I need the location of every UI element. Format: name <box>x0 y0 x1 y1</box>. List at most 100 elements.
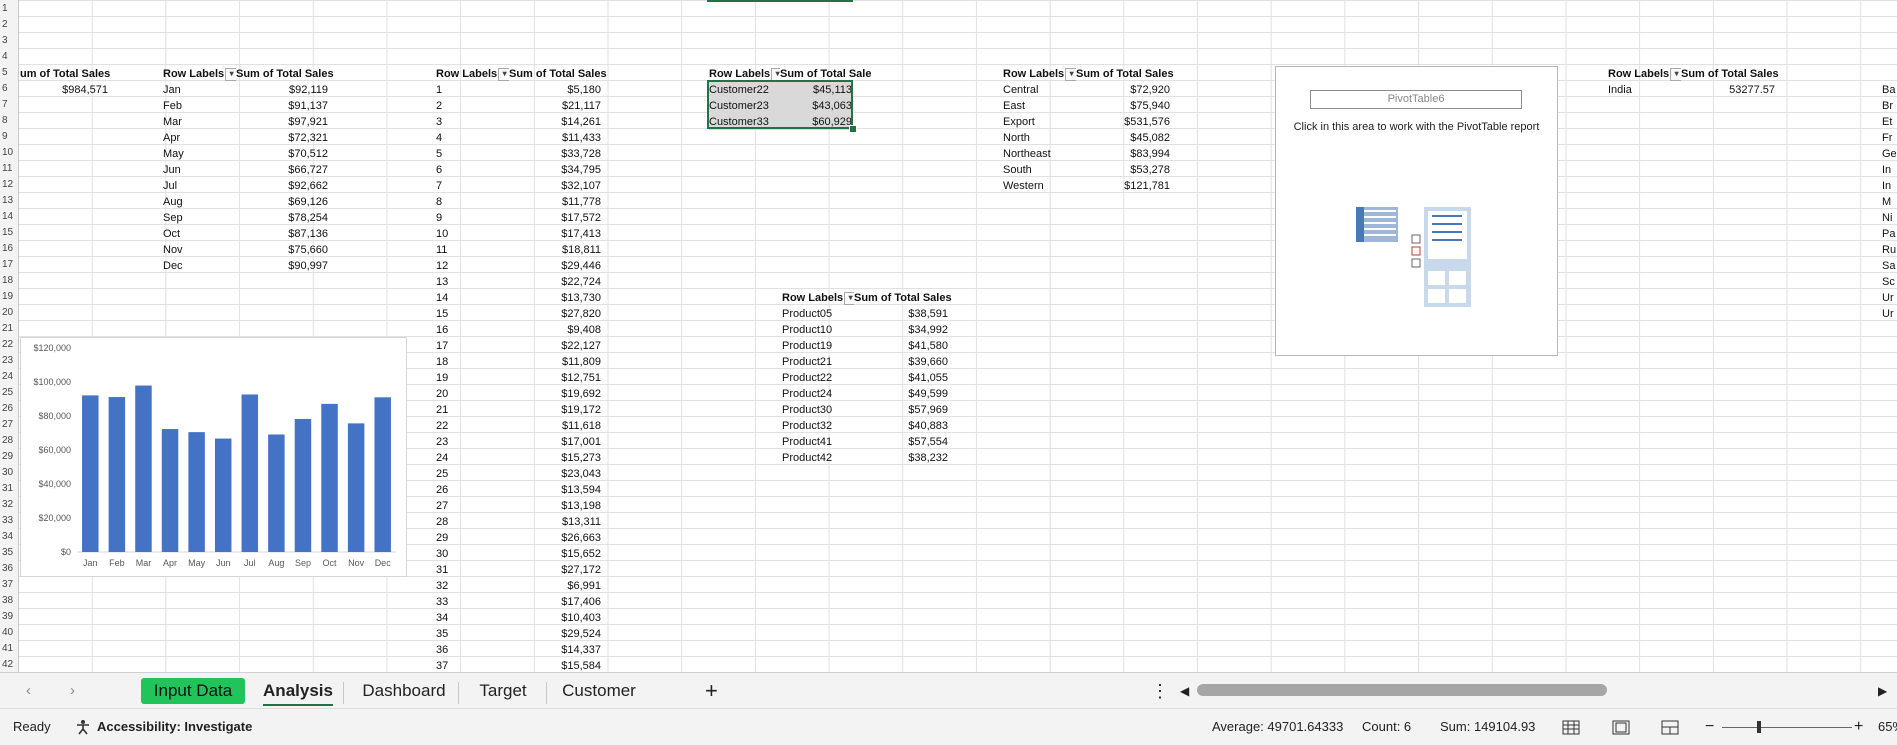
edge-cell[interactable]: Sa <box>1882 258 1897 274</box>
pivot-header-row-labels[interactable]: Row Labels ▾ <box>163 66 236 82</box>
pivot-row-value[interactable]: $19,692 <box>509 386 601 402</box>
row-number[interactable]: 42 <box>0 657 18 673</box>
pivot-row-label[interactable]: Mar <box>163 114 236 130</box>
pivot-row-value[interactable]: $9,408 <box>509 322 601 338</box>
zoom-slider[interactable] <box>1722 727 1852 728</box>
pivot-row-value[interactable]: $11,778 <box>509 194 601 210</box>
row-number[interactable]: 35 <box>0 545 18 561</box>
normal-view-icon[interactable] <box>1562 720 1580 735</box>
tab-analysis[interactable]: Analysis <box>263 678 333 706</box>
row-number[interactable]: 9 <box>0 129 18 145</box>
pivot-row-label[interactable]: 34 <box>436 610 509 626</box>
pivot-row-label[interactable]: 12 <box>436 258 509 274</box>
pivot-row-value[interactable]: $57,554 <box>854 434 948 450</box>
bar-jul[interactable] <box>241 394 259 552</box>
pivot-row-label[interactable]: 14 <box>436 290 509 306</box>
edge-cell[interactable]: Ru <box>1882 242 1897 258</box>
row-number[interactable]: 39 <box>0 609 18 625</box>
tab-target[interactable]: Target <box>466 678 540 704</box>
pivot-row-value[interactable]: $23,043 <box>509 466 601 482</box>
bar-dec[interactable] <box>374 397 391 552</box>
pivot-a-value[interactable]: $984,571 <box>20 82 108 98</box>
pivot-row-label[interactable]: Product32 <box>782 418 854 434</box>
edge-cell[interactable]: Ba <box>1882 82 1897 98</box>
pivot-row-value[interactable]: $17,406 <box>509 594 601 610</box>
edge-cell[interactable]: Fr <box>1882 130 1897 146</box>
pivot-row-value[interactable]: $11,433 <box>509 130 601 146</box>
pivot-row-label[interactable]: 33 <box>436 594 509 610</box>
bar-sep[interactable] <box>294 418 312 552</box>
pivot-row-value[interactable]: $75,660 <box>236 242 328 258</box>
row-number[interactable]: 16 <box>0 241 18 257</box>
pivot-row-value[interactable]: $10,403 <box>509 610 601 626</box>
row-number[interactable]: 8 <box>0 113 18 129</box>
pivot-row-label[interactable]: Product22 <box>782 370 854 386</box>
pivot-row-value[interactable]: $531,576 <box>1076 114 1170 130</box>
pivot-row-label[interactable]: 7 <box>436 178 509 194</box>
pivot-row-value[interactable]: $41,580 <box>854 338 948 354</box>
more-options-icon[interactable]: ⋮ <box>1151 678 1169 704</box>
accessibility-icon[interactable] <box>75 719 91 735</box>
bar-jan[interactable] <box>82 395 99 552</box>
pivot-row-label[interactable]: 36 <box>436 642 509 658</box>
pivot-row-label[interactable]: 21 <box>436 402 509 418</box>
pivot-row-label[interactable]: Oct <box>163 226 236 242</box>
pivot-row-label[interactable]: 16 <box>436 322 509 338</box>
pivot-row-value[interactable]: $13,311 <box>509 514 601 530</box>
pivot-row-label[interactable]: 22 <box>436 418 509 434</box>
row-number[interactable]: 2 <box>0 17 18 33</box>
row-number[interactable]: 4 <box>0 49 18 65</box>
pivot-row-label[interactable]: 9 <box>436 210 509 226</box>
pivot-row-value[interactable]: $27,820 <box>509 306 601 322</box>
pivot-row-value[interactable]: $45,082 <box>1076 130 1170 146</box>
row-number[interactable]: 38 <box>0 593 18 609</box>
pivot-header-sum[interactable]: Sum of Total Sales <box>236 66 348 82</box>
pivot-row-value[interactable]: $6,991 <box>509 578 601 594</box>
pivot-row-label[interactable]: Product42 <box>782 450 854 466</box>
row-number[interactable]: 12 <box>0 177 18 193</box>
pivot-row-label[interactable]: Product10 <box>782 322 854 338</box>
pivot-row-label[interactable]: Northeast <box>1003 146 1076 162</box>
edge-cell[interactable]: Et <box>1882 114 1897 130</box>
edge-cell[interactable]: Ur <box>1882 290 1897 306</box>
accessibility-status[interactable]: Accessibility: Investigate <box>97 709 252 745</box>
monthly-sales-chart[interactable]: $0 $20,000 $40,000 $60,000 $80,000 $100,000 $1… <box>20 337 407 577</box>
row-number[interactable]: 21 <box>0 321 18 337</box>
pivot-row-label[interactable]: North <box>1003 130 1076 146</box>
pivot-row-label[interactable]: Jan <box>163 82 236 98</box>
pivot-header-sum[interactable]: Sum of Total Sales <box>509 66 621 82</box>
pivot-row-value[interactable]: $29,524 <box>509 626 601 642</box>
pivot-row-value[interactable]: $12,751 <box>509 370 601 386</box>
pivot-row-value[interactable]: $11,618 <box>509 418 601 434</box>
row-number[interactable]: 36 <box>0 561 18 577</box>
pivot-row-label[interactable]: Jul <box>163 178 236 194</box>
pivot-row-value[interactable]: $13,198 <box>509 498 601 514</box>
scroll-tabs-right-icon[interactable]: › <box>70 678 75 704</box>
pivot-row-label[interactable]: 4 <box>436 130 509 146</box>
row-number[interactable]: 32 <box>0 497 18 513</box>
dropdown-icon[interactable]: ▾ <box>1670 67 1681 81</box>
pivot-row-value[interactable]: $41,055 <box>854 370 948 386</box>
dropdown-icon[interactable]: ▾ <box>1065 67 1076 81</box>
pivot-row-value[interactable]: $32,107 <box>509 178 601 194</box>
edge-cell[interactable]: Pa <box>1882 226 1897 242</box>
pivot-row-value[interactable]: $75,940 <box>1076 98 1170 114</box>
pivot-row-value[interactable]: $72,321 <box>236 130 328 146</box>
pivot-row-value[interactable]: $92,662 <box>236 178 328 194</box>
pivot-row-label[interactable]: 19 <box>436 370 509 386</box>
edge-cell[interactable]: M <box>1882 194 1897 210</box>
pivot-row-value[interactable]: $27,172 <box>509 562 601 578</box>
row-number[interactable]: 22 <box>0 337 18 353</box>
pivot-row-label[interactable]: 15 <box>436 306 509 322</box>
pivot-row-value[interactable]: $33,728 <box>509 146 601 162</box>
row-number[interactable]: 14 <box>0 209 18 225</box>
edge-cell[interactable]: Sc <box>1882 274 1897 290</box>
row-number[interactable]: 25 <box>0 385 18 401</box>
pivot-row-label[interactable]: Product05 <box>782 306 854 322</box>
edge-cell[interactable]: Ur <box>1882 306 1897 322</box>
pivot-row-value[interactable]: $66,727 <box>236 162 328 178</box>
pivot-table-placeholder[interactable]: PivotTable6 Click in this area to work w… <box>1275 66 1558 356</box>
pivot-row-label[interactable]: 28 <box>436 514 509 530</box>
tab-customer[interactable]: Customer <box>552 678 646 704</box>
pivot-row-value[interactable]: $18,811 <box>509 242 601 258</box>
